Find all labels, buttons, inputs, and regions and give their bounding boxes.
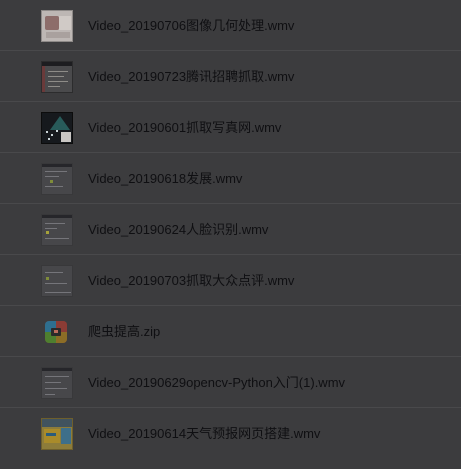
video-thumbnail-icon <box>41 112 73 144</box>
file-list: Video_20190706图像几何处理.wmv Video_20190723腾… <box>0 0 461 469</box>
file-name: Video_20190618发展.wmv <box>88 171 243 186</box>
file-row-video-20190629[interactable]: Video_20190629opencv-Python入门(1).wmv <box>0 357 461 408</box>
video-thumbnail-icon <box>41 418 73 450</box>
file-row-video-20190614[interactable]: Video_20190614天气预报网页搭建.wmv <box>0 408 461 459</box>
file-name: Video_20190601抓取写真网.wmv <box>88 120 282 135</box>
video-thumbnail-icon <box>41 163 73 195</box>
zip-archive-icon <box>45 321 67 343</box>
file-name: Video_20190723腾讯招聘抓取.wmv <box>88 69 295 84</box>
file-name: Video_20190614天气预报网页搭建.wmv <box>88 426 321 441</box>
file-row-video-20190703[interactable]: Video_20190703抓取大众点评.wmv <box>0 255 461 306</box>
file-row-video-20190706[interactable]: Video_20190706图像几何处理.wmv <box>0 0 461 51</box>
file-row-video-20190601[interactable]: Video_20190601抓取写真网.wmv <box>0 102 461 153</box>
file-name: Video_20190629opencv-Python入门(1).wmv <box>88 375 346 390</box>
file-name: Video_20190703抓取大众点评.wmv <box>88 273 295 288</box>
video-thumbnail-icon <box>41 214 73 246</box>
file-name: Video_20190706图像几何处理.wmv <box>88 18 295 33</box>
file-row-video-20190618[interactable]: Video_20190618发展.wmv <box>0 153 461 204</box>
video-thumbnail-icon <box>41 10 73 42</box>
file-row-zip[interactable]: 爬虫提高.zip <box>0 306 461 357</box>
video-thumbnail-icon <box>41 367 73 399</box>
file-row-video-20190723[interactable]: Video_20190723腾讯招聘抓取.wmv <box>0 51 461 102</box>
video-thumbnail-icon <box>41 61 73 93</box>
file-name: Video_20190624人脸识别.wmv <box>88 222 269 237</box>
file-row-video-20190624[interactable]: Video_20190624人脸识别.wmv <box>0 204 461 255</box>
file-name: 爬虫提高.zip <box>88 324 161 339</box>
video-thumbnail-icon <box>41 265 73 297</box>
